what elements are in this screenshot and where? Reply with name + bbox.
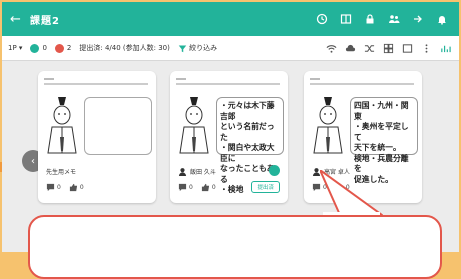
note-box[interactable]: 四国・九州・関東 ・奥州を平定して 天下を統一。 検地・兵農分離を 促進した。	[350, 97, 418, 184]
shuffle-icon[interactable]	[361, 40, 377, 56]
page-label: 1P	[8, 44, 17, 52]
check-icon	[269, 165, 280, 176]
note-box[interactable]: ・元々は木下藤吉郎 という名前だった ・関白や太政大臣に なったこともある ・検…	[216, 97, 284, 194]
student-card[interactable]: ・元々は木下藤吉郎 という名前だった ・関白や太政大臣に なったこともある ・検…	[170, 71, 288, 203]
wifi-icon[interactable]	[323, 40, 339, 56]
comment-count: 0	[57, 184, 61, 191]
like-count: 0	[79, 184, 84, 191]
status-badge: 提出済	[251, 181, 280, 193]
grid-icon[interactable]	[380, 40, 396, 56]
cloud-icon[interactable]	[342, 40, 358, 56]
window-icon[interactable]	[399, 40, 415, 56]
card-author: 先生用メモ	[46, 167, 76, 176]
like-count: 0	[211, 184, 216, 191]
red-dot-icon	[54, 43, 64, 53]
callout-pointer	[320, 170, 383, 216]
note-box[interactable]	[84, 97, 152, 155]
comment-icon[interactable]	[46, 183, 55, 192]
reaction-bar: 0 0	[178, 183, 224, 192]
reaction-bar: 0 0	[46, 183, 92, 192]
people-icon[interactable]	[385, 10, 403, 28]
submission-status: 提出済: 4/40 (参加人数: 30)	[79, 44, 170, 52]
toolbar: 1P ▾ 0 2 提出済: 4/40 (参加人数: 30) 絞り込み	[2, 36, 459, 61]
layout-icon[interactable]	[337, 10, 355, 28]
title-bar: ← 課題2	[2, 2, 459, 36]
note-text	[85, 98, 151, 104]
author-name: 先生用メモ	[46, 169, 77, 176]
back-arrow-icon[interactable]: ←	[10, 13, 24, 26]
hideyoshi-illustration-icon	[313, 97, 343, 154]
like-icon[interactable]	[69, 183, 78, 192]
chart-icon[interactable]	[437, 40, 453, 56]
page-selector[interactable]: 1P ▾	[8, 44, 22, 52]
avatar	[178, 168, 187, 176]
hideyoshi-illustration-icon	[47, 97, 77, 154]
card-header-text	[176, 75, 282, 89]
card-header-text	[310, 75, 416, 89]
student-card[interactable]: 先生用メモ 0 0	[38, 71, 156, 203]
card-footer: 先生用メモ 0 0	[38, 163, 156, 203]
comment-icon[interactable]	[178, 183, 187, 192]
page-title: 課題2	[30, 15, 60, 27]
card-author: 飯田 久斗	[178, 167, 216, 176]
comment-count: 0	[189, 184, 193, 191]
lock-icon[interactable]	[361, 10, 379, 28]
card-header-text	[44, 75, 150, 89]
callout-bubble	[28, 215, 442, 279]
more-icon[interactable]	[418, 40, 434, 56]
card-footer: 飯田 久斗 0 0 提出済	[170, 163, 288, 203]
like-icon[interactable]	[201, 183, 210, 192]
clock-icon[interactable]	[313, 10, 331, 28]
red-count-value: 2	[66, 44, 72, 52]
red-count[interactable]: 2	[54, 43, 72, 53]
author-name: 飯田 久斗	[190, 169, 216, 176]
share-icon[interactable]	[409, 10, 427, 28]
filter-icon	[178, 45, 187, 52]
green-count-value: 0	[42, 44, 47, 52]
bell-icon[interactable]	[433, 10, 451, 28]
hideyoshi-illustration-icon	[179, 97, 209, 154]
filter-label: 絞り込み	[189, 44, 218, 52]
filter-button[interactable]: 絞り込み	[178, 43, 217, 53]
green-count[interactable]: 0	[30, 43, 47, 53]
green-dot-icon	[30, 43, 40, 53]
